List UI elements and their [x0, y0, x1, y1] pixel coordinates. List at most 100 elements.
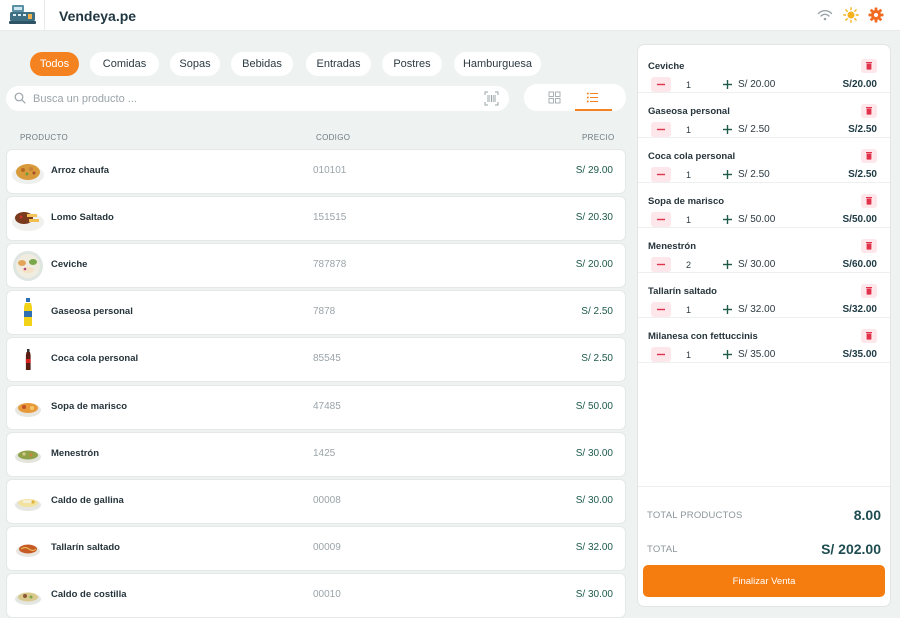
product-row[interactable]: Gaseosa personal 7878 S/ 2.50 [7, 291, 625, 334]
trash-icon[interactable] [861, 284, 877, 298]
active-view-indicator [575, 109, 612, 111]
category-pill-entradas[interactable]: Entradas [306, 52, 371, 76]
cart-item-name: Tallarín saltado [648, 286, 717, 297]
product-row[interactable]: Caldo de gallina 00008 S/ 30.00 [7, 480, 625, 523]
trash-icon[interactable] [861, 329, 877, 343]
minus-icon[interactable] [651, 167, 671, 182]
product-name: Arroz chaufa [51, 165, 110, 176]
cart-item: Coca cola personal 1 S/ 2.50 S/2.50 [638, 138, 890, 183]
minus-icon[interactable] [651, 257, 671, 272]
category-pill-comidas[interactable]: Comidas [90, 52, 159, 76]
plus-icon[interactable] [722, 304, 733, 315]
cart-item: Gaseosa personal 1 S/ 2.50 S/2.50 [638, 93, 890, 138]
trash-icon[interactable] [861, 194, 877, 208]
cart-item-unit-price: S/ 35.00 [738, 349, 776, 360]
plus-icon[interactable] [722, 349, 733, 360]
minus-icon[interactable] [651, 212, 671, 227]
product-name: Coca cola personal [51, 353, 139, 364]
plus-icon[interactable] [722, 79, 733, 90]
product-name: Sopa de marisco [51, 401, 128, 412]
menestron-image [15, 450, 41, 463]
cart-item: Milanesa con fettuccinis 1 S/ 35.00 S/35… [638, 318, 890, 363]
minus-icon[interactable] [651, 347, 671, 362]
cart-item-qty: 1 [686, 215, 692, 225]
total-value: S/ 202.00 [821, 541, 881, 557]
cart-item: Ceviche 1 S/ 20.00 S/20.00 [638, 48, 890, 93]
cart-item-total: S/32.00 [842, 304, 877, 315]
sun-icon[interactable] [843, 7, 859, 23]
caldo-de-gallina-image [15, 499, 41, 511]
plus-icon[interactable] [722, 214, 733, 225]
product-code: 00010 [313, 589, 341, 600]
barcode-icon[interactable] [484, 91, 499, 106]
product-name: Ceviche [51, 259, 88, 270]
product-name: Caldo de costilla [51, 589, 127, 600]
product-row[interactable]: Sopa de marisco 47485 S/ 50.00 [7, 386, 625, 429]
cart-item-name: Menestrón [648, 241, 697, 252]
plus-icon[interactable] [722, 259, 733, 270]
category-pill-bebidas[interactable]: Bebidas [231, 52, 293, 76]
product-name: Gaseosa personal [51, 306, 133, 317]
cart-item-total: S/20.00 [842, 79, 877, 90]
trash-icon[interactable] [861, 149, 877, 163]
category-pill-postres[interactable]: Postres [382, 52, 442, 76]
product-row[interactable]: Lomo Saltado 151515 S/ 20.30 [7, 197, 625, 240]
product-row[interactable]: Ceviche 787878 S/ 20.00 [7, 244, 625, 287]
product-name: Lomo Saltado [51, 212, 114, 223]
plus-icon[interactable] [722, 124, 733, 135]
cart-item-qty: 2 [686, 260, 692, 270]
search-bar [6, 86, 509, 111]
product-name: Tallarín saltado [51, 542, 120, 553]
cart-item-qty: 1 [686, 170, 692, 180]
product-price: S/ 29.00 [575, 165, 613, 176]
trash-icon[interactable] [861, 59, 877, 73]
product-name: Menestrón [51, 448, 100, 459]
product-row[interactable]: Caldo de costilla 00010 S/ 30.00 [7, 574, 625, 617]
category-pill-hamburguesa[interactable]: Hamburguesa [454, 52, 541, 76]
gear-icon[interactable] [868, 7, 884, 23]
app-header: Vendeya.pe [0, 0, 900, 31]
cart-item-unit-price: S/ 20.00 [738, 79, 776, 90]
cart-item: Sopa de marisco 1 S/ 50.00 S/50.00 [638, 183, 890, 228]
search-icon [14, 92, 26, 104]
list-view-icon[interactable] [586, 91, 599, 104]
category-pill-sopas[interactable]: Sopas [170, 52, 220, 76]
cart-item: Menestrón 2 S/ 30.00 S/60.00 [638, 228, 890, 273]
product-row[interactable]: Coca cola personal 85545 S/ 2.50 [7, 338, 625, 381]
cart-item-qty: 1 [686, 80, 692, 90]
cart-item-qty: 1 [686, 125, 692, 135]
gaseosa-bottle-image [24, 298, 32, 326]
lomo-saltado-image [12, 212, 44, 231]
minus-icon[interactable] [651, 122, 671, 137]
cart-item-name: Milanesa con fettuccinis [648, 331, 758, 342]
cart-item-name: Ceviche [648, 61, 685, 72]
search-input[interactable] [33, 90, 473, 107]
cart-item-name: Gaseosa personal [648, 106, 730, 117]
product-row[interactable]: Arroz chaufa 010101 S/ 29.00 [7, 150, 625, 193]
cart-item-name: Coca cola personal [648, 151, 736, 162]
cart-item-total: S/50.00 [842, 214, 877, 225]
cart-item-unit-price: S/ 2.50 [738, 124, 770, 135]
product-code: 00008 [313, 495, 341, 506]
minus-icon[interactable] [651, 302, 671, 317]
column-header-price: PRECIO [582, 133, 615, 142]
grid-view-icon[interactable] [548, 91, 561, 104]
finalize-sale-button[interactable]: Finalizar Venta [643, 565, 885, 597]
product-row[interactable]: Menestrón 1425 S/ 30.00 [7, 433, 625, 476]
view-toggle [524, 84, 626, 111]
product-code: 47485 [313, 401, 341, 412]
product-code: 787878 [313, 259, 347, 270]
trash-icon[interactable] [861, 104, 877, 118]
product-code: 010101 [313, 165, 347, 176]
product-row[interactable]: Tallarín saltado 00009 S/ 32.00 [7, 527, 625, 570]
product-price: S/ 20.00 [575, 259, 613, 270]
cart-item-unit-price: S/ 50.00 [738, 214, 776, 225]
plus-icon[interactable] [722, 169, 733, 180]
cart-item-name: Sopa de marisco [648, 196, 725, 207]
category-pill-todos[interactable]: Todos [30, 52, 79, 76]
minus-icon[interactable] [651, 77, 671, 92]
trash-icon[interactable] [861, 239, 877, 253]
column-header-code: CODIGO [316, 133, 351, 142]
cart-item-unit-price: S/ 30.00 [738, 259, 776, 270]
cash-register-icon[interactable] [9, 4, 36, 25]
